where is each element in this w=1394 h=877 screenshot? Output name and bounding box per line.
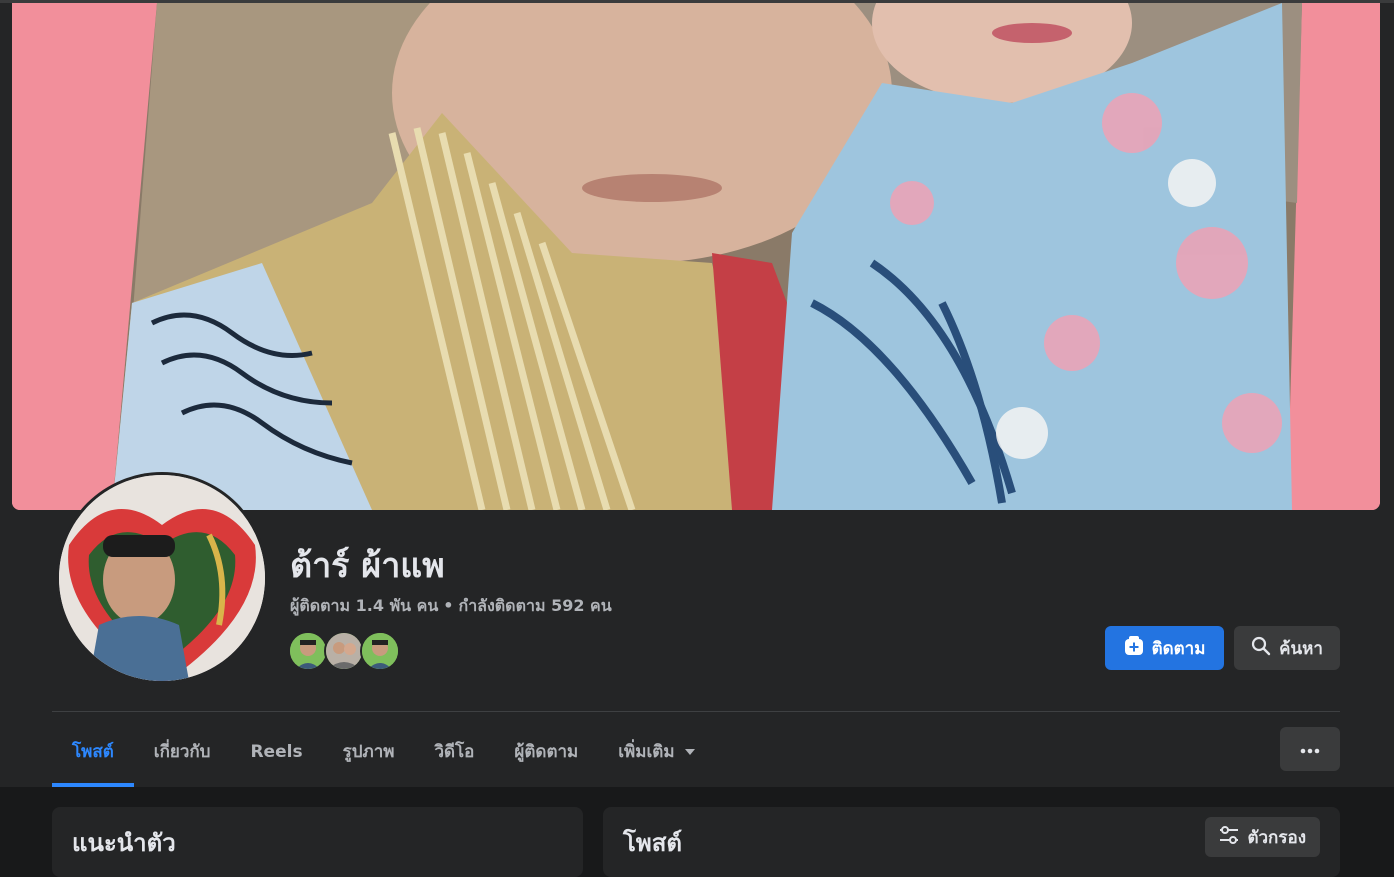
search-button[interactable]: ค้นหา xyxy=(1234,626,1340,670)
ellipsis-icon xyxy=(1300,739,1320,759)
follow-label: ติดตาม xyxy=(1151,638,1206,659)
cover-image xyxy=(12,3,1380,510)
friend-avatar[interactable] xyxy=(324,631,364,671)
tab-about[interactable]: เกี่ยวกับ xyxy=(134,716,231,787)
tab-reels[interactable]: Reels xyxy=(230,716,322,787)
profile-tabs: โพสต์ เกี่ยวกับ Reels รูปภาพ วิดีโอ ผู้ต… xyxy=(52,716,715,787)
friend-avatar[interactable] xyxy=(360,631,400,671)
filter-label: ตัวกรอง xyxy=(1247,827,1306,848)
more-options-button[interactable] xyxy=(1280,727,1340,771)
search-label: ค้นหา xyxy=(1279,638,1323,659)
following-count[interactable]: กำลังติดตาม 592 คน xyxy=(459,596,612,615)
cover-photo[interactable] xyxy=(12,3,1380,510)
tab-followers[interactable]: ผู้ติดตาม xyxy=(494,716,598,787)
profile-avatar[interactable] xyxy=(56,472,268,684)
tab-videos[interactable]: วิดีโอ xyxy=(414,716,494,787)
posts-title: โพสต์ xyxy=(623,829,682,857)
header-divider xyxy=(52,711,1340,712)
follow-stats: ผู้ติดตาม 1.4 พัน คน • กำลังติดตาม 592 คน xyxy=(290,594,612,619)
follow-icon xyxy=(1124,635,1144,661)
tab-more-label: เพิ่มเติม xyxy=(618,742,675,762)
tab-more[interactable]: เพิ่มเติม xyxy=(598,716,714,787)
tab-posts[interactable]: โพสต์ xyxy=(52,716,134,787)
filter-icon xyxy=(1219,825,1239,849)
stats-separator: • xyxy=(443,596,454,615)
followers-count[interactable]: ผู้ติดตาม 1.4 พัน คน xyxy=(290,596,438,615)
filter-button[interactable]: ตัวกรอง xyxy=(1205,817,1320,857)
friend-avatar[interactable] xyxy=(288,631,328,671)
profile-header: ต้าร์ ผ้าแพ ผู้ติดตาม 1.4 พัน คน • กำลังติ… xyxy=(0,0,1394,787)
tab-photos[interactable]: รูปภาพ xyxy=(323,716,415,787)
intro-title: แนะนำตัว xyxy=(72,829,176,857)
avatar-image xyxy=(59,475,265,681)
search-icon xyxy=(1251,636,1271,661)
intro-card: แนะนำตัว xyxy=(52,807,583,877)
caret-down-icon xyxy=(684,748,695,755)
profile-name: ต้าร์ ผ้าแพ xyxy=(290,546,445,586)
follow-button[interactable]: ติดตาม xyxy=(1105,626,1224,670)
posts-card: โพสต์ ตัวกรอง xyxy=(603,807,1340,877)
